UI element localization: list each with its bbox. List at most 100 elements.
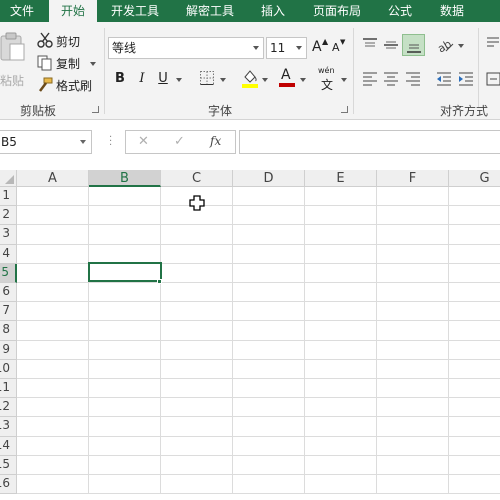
column-header-e[interactable]: E — [305, 170, 377, 187]
font-size-combo[interactable]: 11 — [266, 37, 307, 59]
cell[interactable] — [449, 398, 500, 418]
orientation-icon[interactable]: ab — [436, 36, 454, 54]
cell[interactable] — [161, 436, 233, 456]
align-left-icon[interactable] — [362, 72, 378, 86]
cell[interactable] — [161, 475, 233, 495]
cell[interactable] — [305, 187, 377, 207]
cell[interactable] — [305, 321, 377, 341]
cell[interactable] — [89, 455, 161, 475]
cell[interactable] — [305, 455, 377, 475]
cell[interactable] — [377, 302, 449, 322]
cell[interactable] — [89, 359, 161, 379]
cell[interactable] — [89, 398, 161, 418]
row-header[interactable]: 10 — [0, 359, 17, 379]
cell[interactable] — [233, 225, 305, 245]
cell[interactable] — [233, 321, 305, 341]
cell[interactable] — [449, 283, 500, 303]
cell[interactable] — [377, 263, 449, 283]
cell[interactable] — [449, 187, 500, 207]
cell[interactable] — [17, 244, 89, 264]
merge-center-icon[interactable] — [486, 72, 500, 86]
cell[interactable] — [161, 398, 233, 418]
cell[interactable] — [449, 321, 500, 341]
cell[interactable] — [17, 321, 89, 341]
clipboard-dialog-launcher[interactable] — [92, 106, 99, 113]
cell[interactable] — [17, 263, 89, 283]
cell[interactable] — [233, 244, 305, 264]
cell[interactable] — [17, 417, 89, 437]
formula-input[interactable] — [239, 130, 500, 154]
cell[interactable] — [305, 398, 377, 418]
cell[interactable] — [449, 417, 500, 437]
cell[interactable] — [89, 283, 161, 303]
column-header-c[interactable]: C — [161, 170, 233, 187]
name-box[interactable]: B5 — [0, 130, 92, 154]
row-header[interactable]: 15 — [0, 455, 17, 475]
cell[interactable] — [233, 359, 305, 379]
cell[interactable] — [305, 475, 377, 495]
cell[interactable] — [305, 206, 377, 226]
cell[interactable] — [17, 206, 89, 226]
cell[interactable] — [89, 340, 161, 360]
align-middle-icon[interactable] — [383, 38, 399, 52]
cell[interactable] — [449, 437, 500, 456]
align-right-icon[interactable] — [405, 72, 421, 86]
select-all-button[interactable] — [0, 170, 17, 187]
cell[interactable] — [161, 283, 233, 303]
cell[interactable] — [17, 359, 89, 379]
tab-home[interactable]: 开始 — [49, 0, 97, 23]
format-painter-button[interactable]: 格式刷 — [36, 76, 96, 94]
font-name-combo[interactable]: 等线 — [108, 37, 264, 59]
cell[interactable] — [377, 244, 449, 264]
cell[interactable] — [233, 283, 305, 303]
cell[interactable] — [377, 321, 449, 341]
italic-button[interactable]: I — [134, 70, 150, 88]
cell[interactable] — [233, 340, 305, 360]
cell[interactable] — [377, 283, 449, 303]
cell[interactable] — [89, 321, 161, 341]
cell[interactable] — [449, 225, 500, 245]
bold-button[interactable]: B — [112, 70, 128, 88]
cell[interactable] — [89, 206, 161, 226]
cell[interactable] — [17, 302, 89, 322]
cell[interactable] — [89, 225, 161, 245]
row-header[interactable]: 16 — [0, 475, 17, 495]
row-header[interactable]: 13 — [0, 417, 17, 437]
cell[interactable] — [305, 340, 377, 360]
cell[interactable] — [233, 187, 305, 207]
font-dialog-launcher[interactable] — [341, 106, 348, 113]
cell[interactable] — [377, 359, 449, 379]
align-center-icon[interactable] — [383, 72, 399, 86]
enter-button[interactable]: ✓ — [174, 134, 185, 149]
cell[interactable] — [17, 455, 89, 475]
cell[interactable] — [449, 206, 500, 226]
cell[interactable] — [377, 417, 449, 437]
column-header-b[interactable]: B — [89, 170, 161, 187]
active-cell-b5[interactable] — [88, 262, 162, 282]
grow-font-button[interactable]: A ▲ — [312, 37, 328, 57]
cell[interactable] — [17, 475, 89, 495]
tab-insert[interactable]: 插入 — [252, 0, 294, 22]
fill-handle[interactable] — [157, 279, 162, 284]
increase-indent-icon[interactable] — [458, 72, 474, 86]
cell[interactable] — [233, 302, 305, 322]
cell[interactable] — [449, 341, 500, 360]
row-header[interactable]: 14 — [0, 436, 17, 456]
paste-button[interactable]: 粘贴 — [0, 28, 30, 96]
row-header[interactable]: 5 — [0, 263, 17, 283]
cell[interactable] — [233, 263, 305, 283]
tab-file[interactable]: 文件 — [0, 0, 44, 22]
cell[interactable] — [305, 379, 377, 399]
borders-icon[interactable] — [199, 70, 215, 86]
copy-button[interactable]: 复制 — [36, 54, 96, 72]
cell[interactable] — [305, 283, 377, 303]
cell[interactable] — [377, 340, 449, 360]
wrap-text-icon[interactable] — [486, 36, 500, 52]
cell[interactable] — [305, 417, 377, 437]
cell[interactable] — [233, 436, 305, 456]
cell[interactable] — [17, 283, 89, 303]
cell[interactable] — [17, 187, 89, 207]
cell[interactable] — [233, 398, 305, 418]
cell[interactable] — [17, 340, 89, 360]
copy-dropdown-arrow[interactable] — [90, 62, 96, 66]
